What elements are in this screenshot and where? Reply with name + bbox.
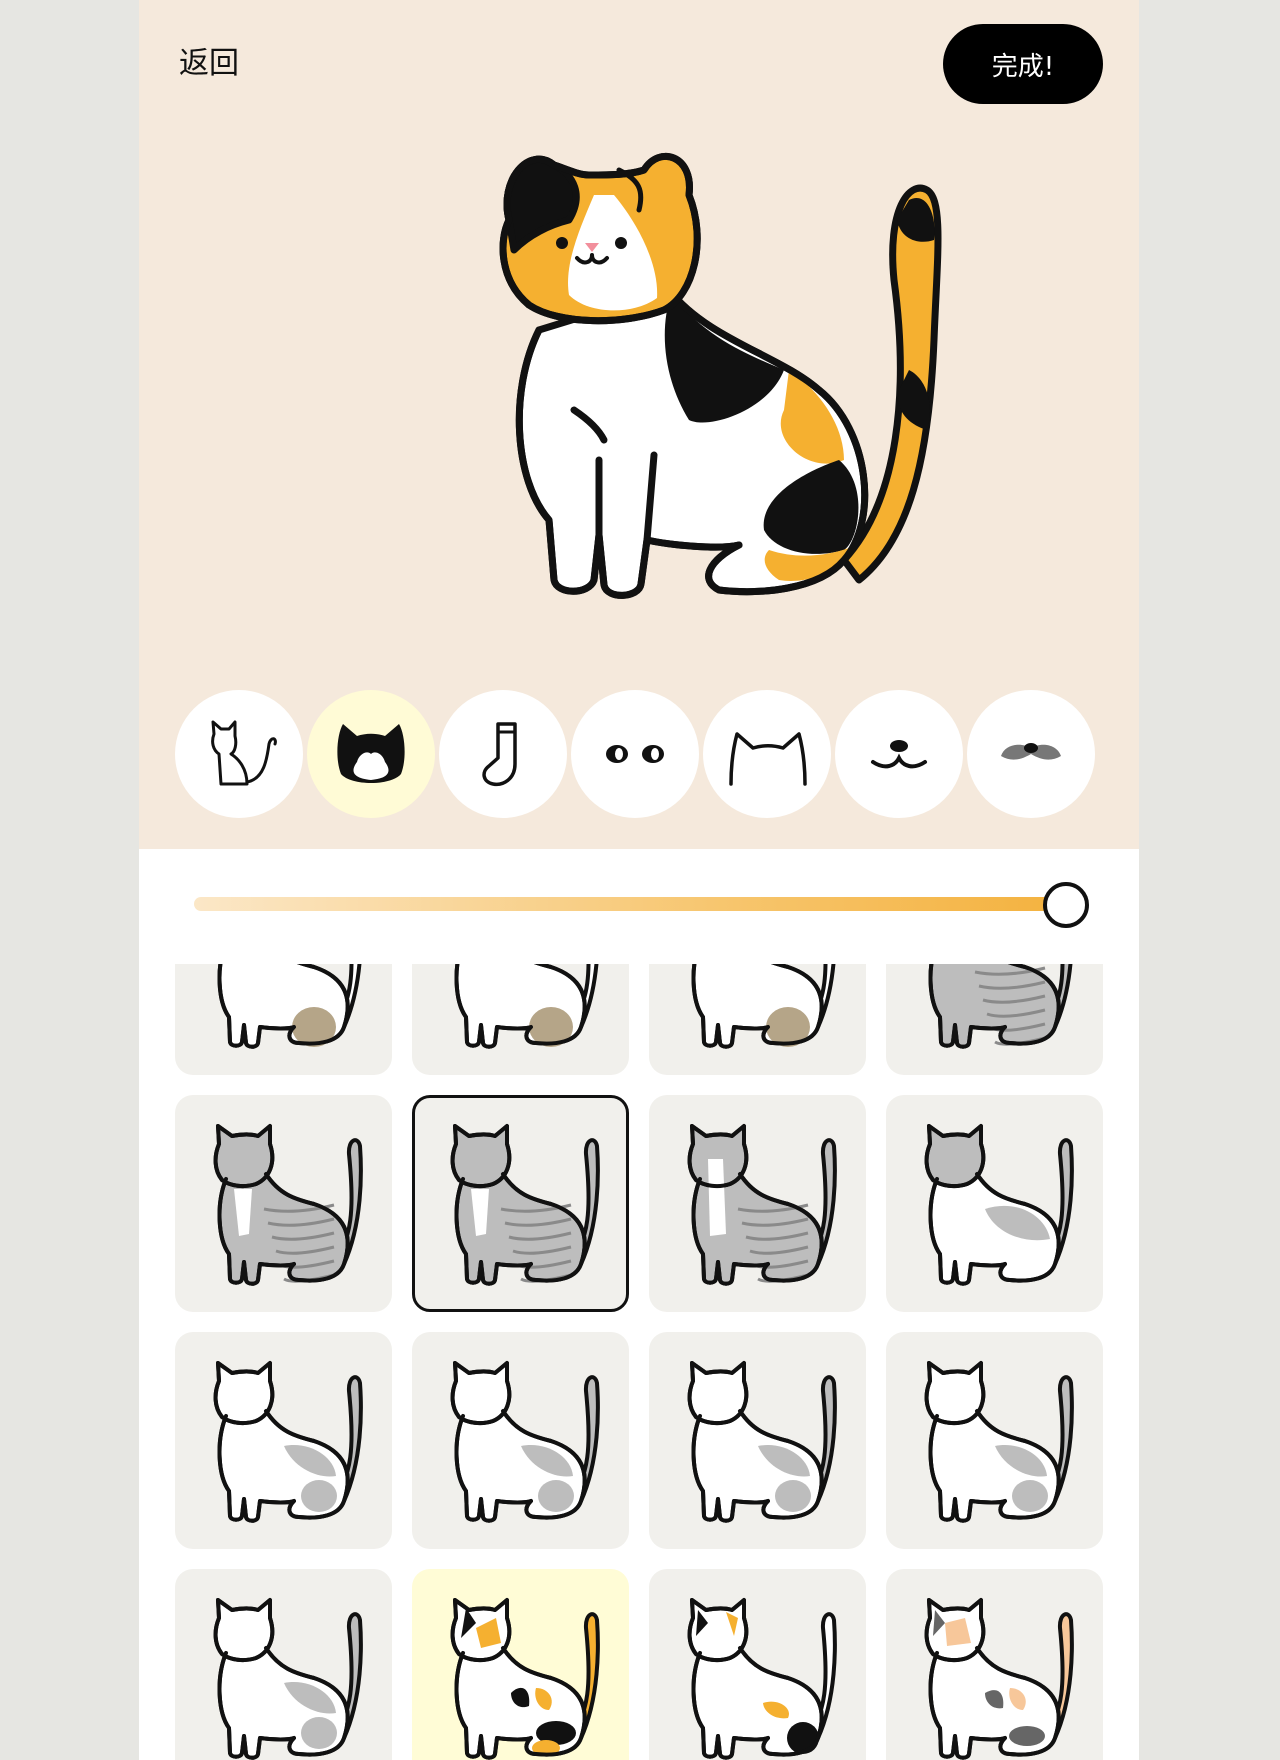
mustache-icon [1001,743,1061,760]
cat-pattern-preview [687,1597,837,1760]
slider-track[interactable] [194,897,1064,911]
category-body-button[interactable] [175,690,303,818]
cat-pattern-preview [924,1597,1074,1760]
sock-icon [482,722,517,787]
category-mouth-button[interactable] [835,690,963,818]
pattern-tile[interactable] [649,1332,866,1549]
pattern-tile[interactable] [412,964,629,1075]
done-button[interactable]: 完成! [943,24,1103,104]
cat-pattern-preview [213,1360,363,1523]
mouth-icon [871,740,927,769]
ears-icon [729,732,807,786]
pattern-slider[interactable] [194,880,1089,930]
pattern-tile[interactable] [175,1332,392,1549]
category-ears-button[interactable] [703,690,831,818]
cat-pattern-preview [217,964,361,1049]
cat-preview [499,152,942,599]
pattern-tile[interactable] [175,1569,392,1760]
category-face-pattern-button[interactable] [307,690,435,818]
pattern-tile[interactable] [649,1095,866,1312]
cat-pattern-preview [450,1360,600,1523]
cat-pattern-preview [454,964,598,1049]
cat-body-icon [211,720,277,786]
cat-pattern-preview [213,1123,363,1286]
pattern-tile[interactable] [412,1332,629,1549]
pattern-tile[interactable] [886,1095,1103,1312]
category-eyes-button[interactable] [571,690,699,818]
cat-face-pattern-icon [337,724,405,783]
pattern-tile[interactable] [886,964,1103,1075]
cat-pattern-preview [450,1123,600,1286]
cat-pattern-preview [691,964,835,1049]
app-screen: 返回 完成! [139,0,1139,1760]
pattern-tile[interactable] [412,1095,629,1312]
cat-pattern-preview [450,1597,600,1760]
preview-area: 返回 完成! [139,0,1139,849]
cat-pattern-preview [687,1360,837,1523]
cat-pattern-preview [924,1123,1074,1286]
cat-pattern-preview [928,964,1072,1049]
pattern-tile[interactable] [886,1569,1103,1760]
pattern-tile[interactable] [175,1095,392,1312]
pattern-tile[interactable] [175,964,392,1075]
cat-pattern-preview [213,1597,363,1760]
category-strip [139,690,1139,818]
category-mustache-button[interactable] [967,690,1095,818]
pattern-tile[interactable] [649,1569,866,1760]
cat-pattern-preview [687,1123,837,1286]
back-button[interactable]: 返回 [179,38,239,82]
pattern-tile[interactable] [649,964,866,1075]
pattern-tile[interactable] [412,1569,629,1760]
pattern-tile[interactable] [886,1332,1103,1549]
category-sock-button[interactable] [439,690,567,818]
eyes-icon [606,745,664,763]
slider-thumb[interactable] [1043,882,1089,928]
cat-pattern-preview [924,1360,1074,1523]
pattern-grid [175,964,1103,1760]
